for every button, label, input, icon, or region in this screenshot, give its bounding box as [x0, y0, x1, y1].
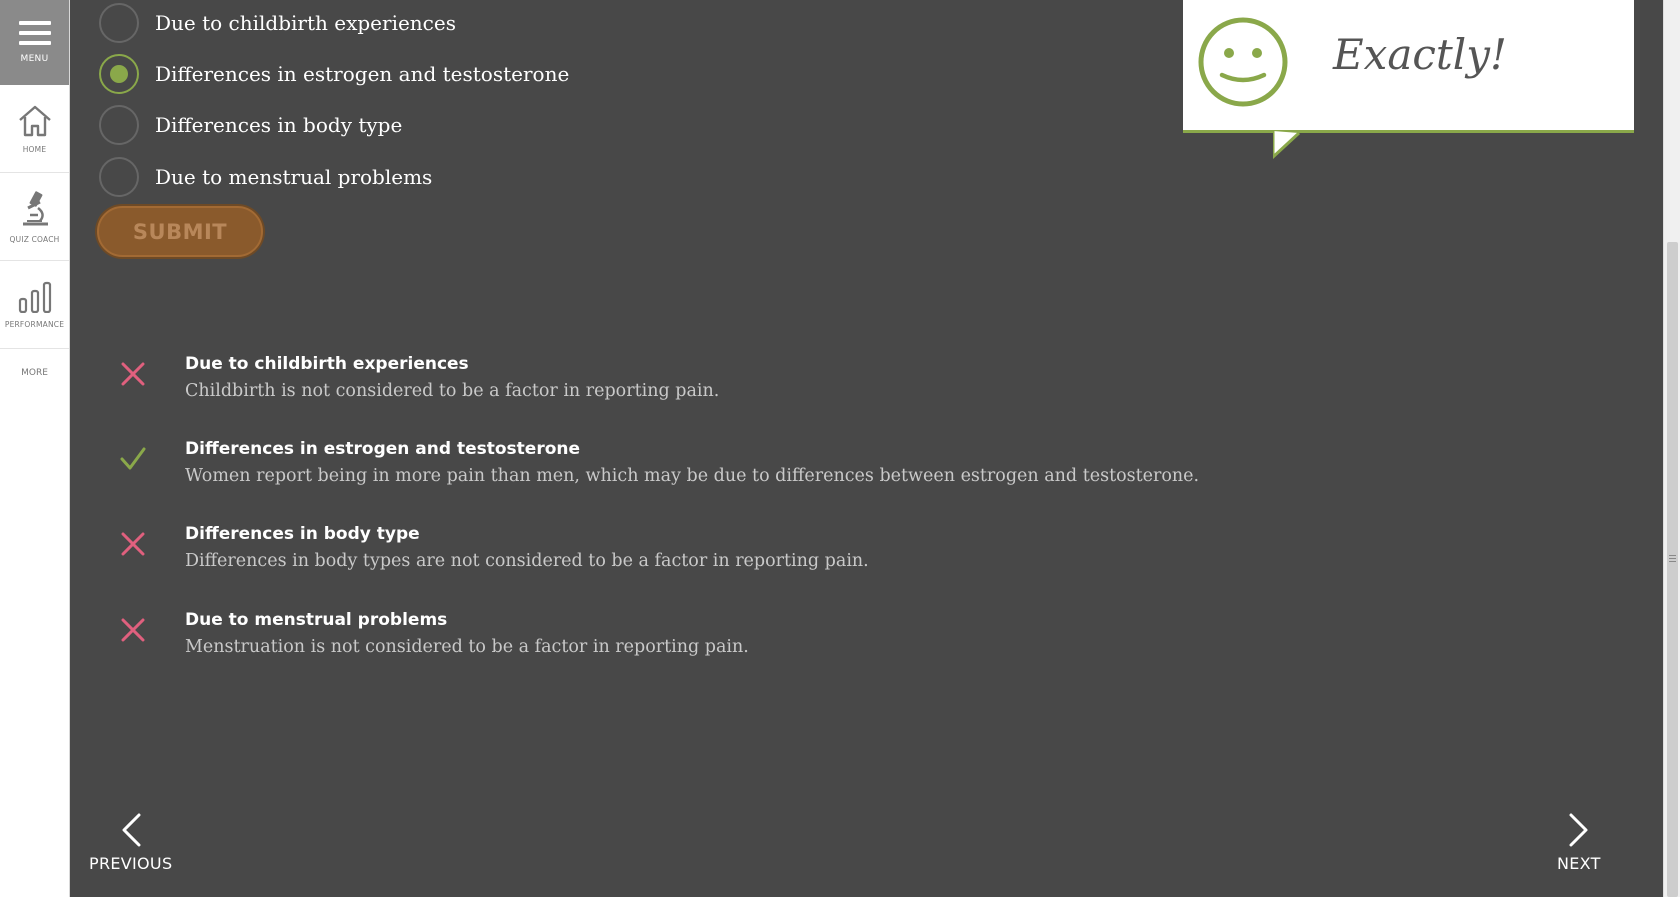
sidebar-item-label: HOME [22, 144, 47, 154]
feedback-description: Menstruation is not considered to be a f… [185, 637, 749, 657]
answer-option[interactable]: Differences in body type [99, 105, 402, 145]
vertical-scrollbar[interactable] [1663, 0, 1680, 897]
sidebar-item-performance[interactable]: PERFORMANCE [0, 261, 69, 349]
menu-button[interactable]: MENU [0, 0, 69, 85]
feedback-title: Differences in body type [185, 524, 420, 544]
previous-button[interactable]: PREVIOUS [89, 812, 172, 873]
feedback-title: Due to childbirth experiences [185, 354, 469, 374]
sidebar-item-home[interactable]: HOME [0, 85, 69, 173]
sidebar-item-quiz-coach[interactable]: QUIZ COACH [0, 173, 69, 261]
feedback-message: Exactly! [1333, 30, 1507, 79]
answer-label: Differences in body type [155, 113, 403, 137]
answer-label: Due to childbirth experiences [155, 11, 456, 35]
cross-icon [121, 362, 145, 386]
bubble-tail [1273, 131, 1301, 159]
chevron-right-icon [1569, 813, 1588, 847]
hamburger-icon [18, 21, 51, 45]
feedback-description: Differences in body types are not consid… [185, 551, 869, 571]
smiley-face-icon [1198, 17, 1288, 107]
sidebar-item-label: PERFORMANCE [4, 319, 65, 329]
submit-button[interactable]: SUBMIT [97, 206, 263, 257]
answer-label: Differences in estrogen and testosterone [155, 62, 570, 86]
feedback-bubble: Exactly! [1183, 0, 1634, 133]
radio-button[interactable] [99, 157, 139, 197]
cross-icon [121, 618, 145, 642]
sidebar: MENU HOME QUIZ COACH PERFORMANCE MORE [0, 0, 70, 897]
quiz-content: Due to childbirth experiences Difference… [71, 0, 1663, 897]
menu-label: MENU [20, 54, 49, 64]
feedback-description: Childbirth is not considered to be a fac… [185, 381, 720, 401]
scroll-grip-icon [1669, 555, 1676, 564]
sidebar-item-more[interactable]: MORE [0, 349, 69, 397]
next-button[interactable]: NEXT [1557, 812, 1601, 873]
home-icon [18, 105, 51, 136]
answer-option[interactable]: Due to menstrual problems [99, 157, 432, 197]
answer-label: Due to menstrual problems [155, 165, 433, 189]
next-label: NEXT [1557, 854, 1601, 873]
microscope-icon [22, 190, 48, 225]
scrollbar-thumb[interactable] [1667, 242, 1678, 897]
more-label: MORE [21, 368, 48, 378]
previous-label: PREVIOUS [89, 854, 173, 873]
radio-button[interactable] [99, 105, 139, 145]
cross-icon [121, 532, 145, 556]
radio-button-selected[interactable] [99, 54, 139, 94]
answer-option[interactable]: Due to childbirth experiences [99, 3, 456, 43]
feedback-title: Due to menstrual problems [185, 610, 448, 630]
checkmark-icon [120, 447, 146, 470]
answer-option-selected[interactable]: Differences in estrogen and testosterone [99, 54, 569, 94]
radio-button[interactable] [99, 3, 139, 43]
feedback-description: Women report being in more pain than men… [185, 466, 1200, 486]
bar-chart-icon [18, 281, 51, 313]
chevron-left-icon [122, 813, 141, 847]
sidebar-item-label: QUIZ COACH [9, 234, 60, 244]
feedback-title: Differences in estrogen and testosterone [185, 439, 581, 459]
